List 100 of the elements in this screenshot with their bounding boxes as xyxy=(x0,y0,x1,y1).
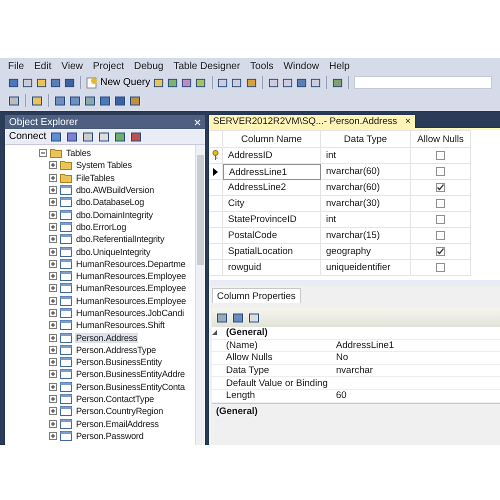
expand-icon[interactable] xyxy=(49,161,57,170)
column-name-cell[interactable]: PostalCode xyxy=(223,228,321,244)
data-type-cell[interactable]: nvarchar(30) xyxy=(321,196,411,212)
tree-item[interactable]: Person.Password xyxy=(75,430,145,441)
allow-nulls-checkbox[interactable] xyxy=(436,151,445,160)
tree-item[interactable]: HumanResources.Departme xyxy=(75,258,186,269)
property-name: Data Type xyxy=(226,364,336,378)
tree-item[interactable]: dbo.ErrorLog xyxy=(75,222,128,232)
collapse-icon[interactable] xyxy=(39,149,47,158)
tree-item[interactable]: HumanResources.Shift xyxy=(75,320,166,330)
tree-item[interactable]: Person.EmailAddress xyxy=(75,418,160,429)
grid-corner xyxy=(209,130,223,148)
expand-icon[interactable] xyxy=(49,321,57,330)
connect-button[interactable]: Connect xyxy=(9,131,46,142)
properties-tab[interactable]: Column Properties xyxy=(212,288,301,303)
menu-item[interactable]: File xyxy=(8,61,24,72)
description-title: (General) xyxy=(216,406,258,417)
property-value[interactable]: nvarchar xyxy=(336,365,373,376)
menu-item[interactable]: Tools xyxy=(250,61,274,72)
menu-item[interactable]: Help xyxy=(329,61,350,72)
expand-icon[interactable] xyxy=(49,260,57,268)
column-name-cell[interactable]: City xyxy=(223,196,321,212)
data-type-cell[interactable]: int xyxy=(321,212,411,228)
data-type-cell[interactable]: nvarchar(60) xyxy=(321,164,411,180)
tree-item[interactable]: Person.BusinessEntityAddre xyxy=(75,369,186,380)
new-query-icon xyxy=(86,76,98,88)
tree-item[interactable]: HumanResources.JobCandi xyxy=(75,308,185,318)
new-query-button[interactable]: New Query xyxy=(86,76,150,88)
column-name-cell[interactable]: rowguid xyxy=(223,260,321,276)
expand-icon[interactable] xyxy=(49,432,57,440)
expand-icon[interactable] xyxy=(49,420,57,428)
tree-item[interactable]: dbo.ReferentialIntegrity xyxy=(75,234,166,244)
collapse-icon[interactable] xyxy=(212,330,218,336)
tree-item[interactable]: System Tables xyxy=(75,160,133,170)
expand-icon[interactable] xyxy=(49,309,57,317)
menu-item[interactable]: Debug xyxy=(134,61,164,72)
expand-icon[interactable] xyxy=(49,334,57,342)
column-name-cell[interactable]: StateProvinceID xyxy=(223,212,321,228)
expand-icon[interactable] xyxy=(49,210,57,219)
menu-item[interactable]: Table Designer xyxy=(173,61,240,72)
expand-icon[interactable] xyxy=(49,395,57,404)
data-type-cell[interactable]: uniqueidentifier xyxy=(321,260,411,276)
expand-icon[interactable] xyxy=(49,248,57,256)
tree-item[interactable]: dbo.AWBuildVersion xyxy=(75,185,156,196)
data-type-cell[interactable]: geography xyxy=(321,244,411,260)
tree-item[interactable]: HumanResources.Employee xyxy=(75,296,187,306)
tree-item[interactable]: FileTables xyxy=(75,172,116,183)
expand-icon[interactable] xyxy=(49,382,57,391)
allow-nulls-checkbox[interactable] xyxy=(436,215,445,224)
close-icon[interactable] xyxy=(194,118,201,126)
column-name-cell[interactable]: AddressLine1 xyxy=(223,164,321,180)
category-label: (General) xyxy=(226,327,336,340)
close-tab-button[interactable]: × xyxy=(405,116,411,127)
tree-item[interactable]: dbo.DatabaseLog xyxy=(75,197,146,208)
expand-icon[interactable] xyxy=(49,407,57,416)
property-value[interactable]: 60 xyxy=(336,390,347,402)
data-type-cell[interactable]: nvarchar(60) xyxy=(321,180,411,196)
expand-icon[interactable] xyxy=(49,186,57,194)
column-header: Data Type xyxy=(321,130,411,148)
tree-item[interactable]: Person.BusinessEntity xyxy=(75,357,163,368)
allow-nulls-checkbox[interactable] xyxy=(436,183,445,192)
property-value[interactable]: No xyxy=(336,352,348,364)
tree-item[interactable]: Person.AddressType xyxy=(75,344,157,355)
menu-item[interactable]: Edit xyxy=(34,61,52,72)
document-tab[interactable]: SERVER2012R2VM\SQ...- Person.Address × xyxy=(209,115,415,128)
tree-item[interactable]: Person.CountryRegion xyxy=(75,406,164,416)
expand-icon[interactable] xyxy=(49,358,57,366)
allow-nulls-checkbox[interactable] xyxy=(436,263,445,272)
column-name-cell[interactable]: SpatialLocation xyxy=(223,244,321,260)
menu-item[interactable]: Project xyxy=(92,61,124,72)
tree-item[interactable]: dbo.UniqueIntegrity xyxy=(75,246,152,257)
column-name-cell[interactable]: AddressLine2 xyxy=(223,180,321,196)
allow-nulls-checkbox[interactable] xyxy=(436,199,445,208)
current-row-icon xyxy=(213,168,218,176)
expand-icon[interactable] xyxy=(49,284,57,292)
expand-icon[interactable] xyxy=(49,235,57,244)
dropdown-field[interactable] xyxy=(354,76,492,89)
expand-icon[interactable] xyxy=(49,272,57,280)
tree-item[interactable]: Person.Address xyxy=(75,332,138,343)
allow-nulls-checkbox[interactable] xyxy=(436,167,445,176)
expand-icon[interactable] xyxy=(49,174,57,182)
tree-item[interactable]: dbo.DomainIntegrity xyxy=(75,210,154,220)
tree-item[interactable]: HumanResources.Employee xyxy=(75,271,187,282)
menu-item[interactable]: Window xyxy=(284,61,320,72)
expand-icon[interactable] xyxy=(49,370,57,378)
expand-icon[interactable] xyxy=(49,198,57,206)
expand-icon[interactable] xyxy=(49,346,57,354)
menu-item[interactable]: View xyxy=(61,61,83,72)
tree-item[interactable]: Tables xyxy=(65,148,92,158)
tree-item[interactable]: Person.ContactType xyxy=(75,394,155,404)
scrollbar[interactable] xyxy=(195,145,205,445)
expand-icon[interactable] xyxy=(49,222,57,231)
expand-icon[interactable] xyxy=(49,296,57,305)
tree-item[interactable]: HumanResources.Employee xyxy=(75,283,187,294)
allow-nulls-checkbox[interactable] xyxy=(436,231,445,240)
property-value[interactable]: AddressLine1 xyxy=(336,340,394,351)
allow-nulls-checkbox[interactable] xyxy=(436,247,445,256)
data-type-cell[interactable]: nvarchar(15) xyxy=(321,228,411,244)
data-type-cell[interactable]: int xyxy=(321,148,411,164)
tree-item[interactable]: Person.BusinessEntityConta xyxy=(75,382,186,392)
